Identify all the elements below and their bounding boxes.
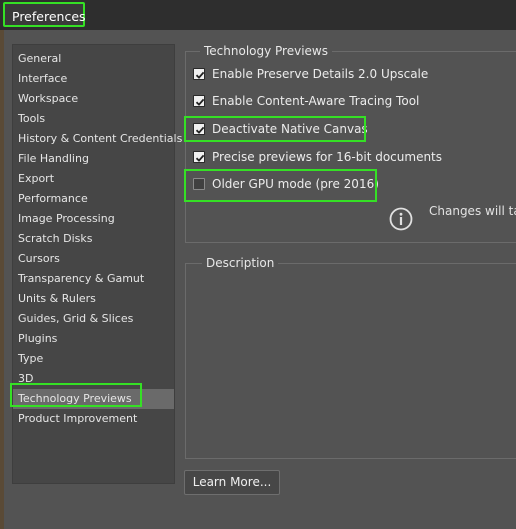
sidebar-item-image-processing[interactable]: Image Processing (13, 209, 174, 229)
checkmark-icon (195, 71, 205, 79)
sidebar-item-3d[interactable]: 3D (13, 369, 174, 389)
window-title: Preferences (3, 2, 86, 27)
sidebar-item-technology-previews[interactable]: Technology Previews (13, 389, 174, 409)
sidebar-item-performance[interactable]: Performance (13, 189, 174, 209)
sidebar-item-units-rulers[interactable]: Units & Rulers (13, 289, 174, 309)
label-preserve-details: Enable Preserve Details 2.0 Upscale (212, 67, 429, 81)
sidebar-item-file-handling[interactable]: File Handling (13, 149, 174, 169)
description-title: Description (202, 256, 279, 270)
checkbox-precise-previews[interactable] (193, 151, 205, 163)
checkmark-icon (195, 126, 205, 134)
sidebar-item-cursors[interactable]: Cursors (13, 249, 174, 269)
label-older-gpu-mode: Older GPU mode (pre 2016) (212, 177, 379, 191)
sidebar-item-tools[interactable]: Tools (13, 109, 174, 129)
label-precise-previews: Precise previews for 16-bit documents (212, 150, 443, 164)
sidebar-item-export[interactable]: Export (13, 169, 174, 189)
checkmark-icon (195, 98, 205, 106)
preferences-sidebar: General Interface Workspace Tools Histor… (12, 44, 182, 484)
learn-more-button[interactable]: Learn More... (184, 470, 280, 495)
sidebar-item-interface[interactable]: Interface (13, 69, 174, 89)
checkbox-deactivate-native-canvas[interactable] (193, 123, 205, 135)
checkbox-preserve-details[interactable] (193, 68, 205, 80)
dialog-body: General Interface Workspace Tools Histor… (4, 30, 516, 529)
info-text: Changes will tak (429, 204, 516, 218)
label-content-aware-tracing: Enable Content-Aware Tracing Tool (212, 94, 420, 108)
sidebar-item-product-improvement[interactable]: Product Improvement (13, 409, 174, 429)
sidebar-item-scratch-disks[interactable]: Scratch Disks (13, 229, 174, 249)
checkbox-content-aware-tracing[interactable] (193, 95, 205, 107)
sidebar-item-guides-grid[interactable]: Guides, Grid & Slices (13, 309, 174, 329)
checkbox-older-gpu-mode[interactable] (193, 178, 205, 190)
label-deactivate-native-canvas: Deactivate Native Canvas (212, 122, 368, 136)
description-group (185, 263, 516, 459)
info-circle-icon (389, 207, 413, 231)
sidebar-item-workspace[interactable]: Workspace (13, 89, 174, 109)
checkmark-icon (195, 154, 205, 162)
sidebar-item-transparency[interactable]: Transparency & Gamut (13, 269, 174, 289)
sidebar-item-plugins[interactable]: Plugins (13, 329, 174, 349)
preferences-window: Preferences General Interface Workspace … (0, 0, 516, 529)
technology-previews-title: Technology Previews (200, 44, 332, 58)
sidebar-item-type[interactable]: Type (13, 349, 174, 369)
sidebar-item-general[interactable]: General (13, 49, 174, 69)
sidebar-item-history[interactable]: History & Content Credentials (13, 129, 182, 149)
